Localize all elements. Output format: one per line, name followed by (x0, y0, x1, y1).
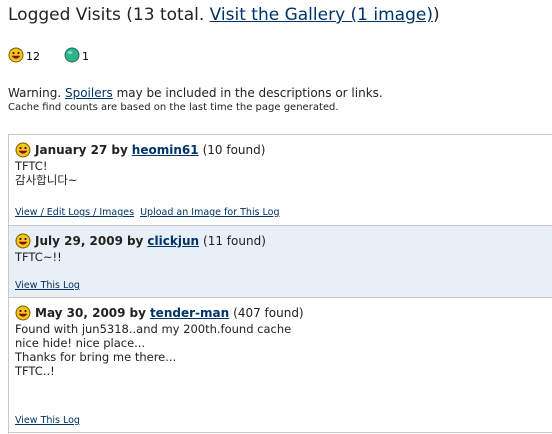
warning-suffix: may be included in the descriptions or l… (112, 86, 383, 100)
log-entry: January 27 by heomin61 (10 found) TFTC! … (9, 135, 552, 226)
found-count: 12 (8, 46, 40, 63)
log-by: by (126, 234, 144, 248)
page-title: Logged Visits (13 total. Visit the Galle… (8, 4, 440, 26)
write-note-count: 1 (64, 46, 89, 63)
log-date: January 27 (35, 143, 108, 157)
log-text: TFTC! 감사합니다~ (15, 159, 78, 187)
log-links: View / Edit Logs / Images Upload an Imag… (15, 207, 283, 218)
view-log-link[interactable]: View This Log (15, 280, 80, 291)
log-date: July 29, 2009 (35, 234, 123, 248)
view-edit-logs-link[interactable]: View / Edit Logs / Images (15, 207, 134, 218)
log-date: May 30, 2009 (35, 306, 126, 320)
green-circle-icon (64, 47, 80, 62)
write-note-count-value: 1 (82, 50, 89, 63)
log-entry: July 29, 2009 by clickjun (11 found) TFT… (9, 226, 552, 298)
log-text: TFTC~!! (15, 250, 62, 264)
page: Logged Visits (13 total. Visit the Galle… (0, 0, 552, 434)
spoiler-warning: Warning. Spoilers may be included in the… (8, 86, 383, 101)
log-header: May 30, 2009 by tender-man (407 found) (15, 304, 552, 322)
smiley-found-icon (8, 47, 24, 62)
log-entry: May 30, 2009 by tender-man (407 found) F… (9, 298, 552, 433)
log-user-link[interactable]: tender-man (150, 306, 229, 320)
view-log-link[interactable]: View This Log (15, 415, 80, 426)
log-found-count: (10 found) (202, 143, 266, 157)
upload-image-link[interactable]: Upload an Image for This Log (140, 207, 279, 218)
log-links: View This Log (15, 415, 83, 426)
log-user-link[interactable]: clickjun (147, 234, 199, 248)
log-header: July 29, 2009 by clickjun (11 found) (15, 232, 552, 250)
log-links: View This Log (15, 280, 83, 291)
log-user-link[interactable]: heomin61 (132, 143, 199, 157)
found-count-value: 12 (26, 50, 40, 63)
warning-prefix: Warning. (8, 86, 65, 100)
smiley-found-icon (15, 305, 31, 321)
log-by: by (111, 143, 128, 157)
log-found-count: (407 found) (233, 306, 304, 320)
spoilers-link[interactable]: Spoilers (65, 86, 113, 100)
title-suffix: ) (432, 5, 440, 25)
title-prefix: Logged Visits (13 total. (8, 5, 210, 25)
smiley-found-icon (15, 142, 31, 158)
log-header: January 27 by heomin61 (10 found) (15, 141, 552, 159)
log-list: January 27 by heomin61 (10 found) TFTC! … (8, 134, 552, 434)
log-by: by (129, 306, 146, 320)
log-text: Found with jun5318..and my 200th.found c… (15, 322, 292, 378)
log-found-count: (11 found) (203, 234, 266, 248)
cache-count-note: Cache find counts are based on the last … (8, 102, 339, 113)
gallery-link[interactable]: Visit the Gallery (1 image) (210, 5, 433, 25)
smiley-found-icon (15, 233, 31, 249)
